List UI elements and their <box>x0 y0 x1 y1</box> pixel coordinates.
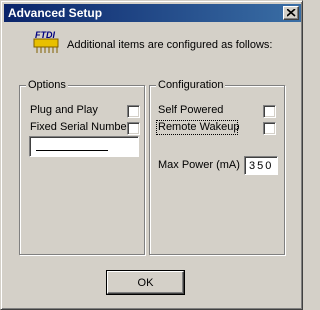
serial-number-field[interactable] <box>29 136 139 157</box>
remote-wakeup-checkbox[interactable] <box>263 122 276 135</box>
dialog-title: Advanced Setup <box>8 6 103 20</box>
self-powered-checkbox[interactable] <box>263 105 276 118</box>
intro-text: Additional items are configured as follo… <box>67 39 273 51</box>
logo-text: FTDI <box>35 30 55 40</box>
max-power-input[interactable] <box>244 156 278 175</box>
configuration-group-label: Configuration <box>156 79 226 91</box>
advanced-setup-dialog: Advanced Setup FTDI Additional items are… <box>0 0 303 310</box>
serial-field-underline <box>36 150 108 151</box>
remote-wakeup-label: Remote Wakeup <box>158 121 240 133</box>
plug-and-play-checkbox[interactable] <box>127 105 140 118</box>
options-group: Options Plug and Play Fixed Serial Numbe… <box>19 79 145 255</box>
options-group-label: Options <box>26 79 68 91</box>
ok-button[interactable]: OK <box>107 271 184 294</box>
title-bar[interactable]: Advanced Setup <box>4 4 301 22</box>
ftdi-chip-icon: FTDI <box>33 30 59 53</box>
self-powered-label: Self Powered <box>158 104 224 116</box>
fixed-serial-label: Fixed Serial Number <box>30 121 131 133</box>
fixed-serial-checkbox[interactable] <box>127 122 140 135</box>
max-power-label: Max Power (mA) <box>158 159 240 171</box>
plug-and-play-label: Plug and Play <box>30 104 98 116</box>
close-button[interactable] <box>283 6 299 20</box>
configuration-group: Configuration Self Powered Remote Wakeup… <box>149 79 285 255</box>
close-icon <box>287 9 296 17</box>
